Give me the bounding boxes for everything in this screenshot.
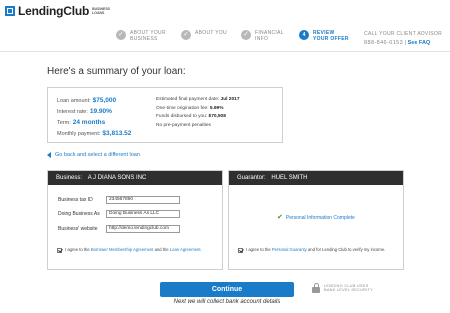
dba-input[interactable]: Doing Business As LLC — [106, 210, 180, 218]
step-about-you: ✓ ABOUT YOU — [181, 30, 227, 40]
loan-amount-value: $75,000 — [92, 97, 117, 104]
guarantor-agree-checkbox[interactable] — [238, 247, 243, 253]
interest-rate-value: 19.90% — [89, 108, 112, 115]
prepayment-note: No pre-payment penalties — [156, 122, 211, 128]
next-step-note: Next we will collect bank account detail… — [173, 299, 281, 305]
lendingclub-logo[interactable]: LendingClub BUSINESS LOANS — [5, 4, 110, 18]
personal-info-complete[interactable]: ✔ Personal Information Complete — [277, 214, 355, 221]
personal-guaranty-link[interactable]: Personal Guaranty — [272, 247, 307, 252]
funds-disbursed: Funds disbursed to you: $70,508 — [156, 114, 226, 119]
lock-icon — [312, 283, 320, 293]
loan-summary-box: Loan amount: $75,000 Interest rate: 19.9… — [47, 87, 283, 143]
interest-rate: Interest rate: 19.90% — [57, 108, 112, 115]
step-number: 4 — [299, 30, 309, 40]
final-payment-date: Estimated final payment date: Jul 2017 — [156, 97, 240, 102]
triangle-left-icon — [47, 152, 51, 158]
faq-link[interactable]: See FAQ — [408, 40, 431, 46]
step-financial-info: ✓ FINANCIAL INFO — [241, 30, 284, 42]
check-icon: ✓ — [181, 30, 191, 40]
business-agreement: I agree to the Borrower Membership Agree… — [57, 247, 217, 253]
dba-row: Doing Business As Doing Business As LLC — [58, 210, 180, 218]
loan-agreement-link[interactable]: Loan Agreement. — [170, 247, 202, 252]
check-icon: ✓ — [116, 30, 126, 40]
continue-button[interactable]: Continue — [160, 282, 294, 297]
monthly-payment: Monthly payment: $3,813.52 — [57, 130, 132, 137]
guarantor-agreement: I agree to the Personal Guaranty and for… — [238, 247, 398, 253]
tax-id-row: Business tax ID 234567890 — [58, 196, 180, 204]
loan-amount: Loan amount: $75,000 — [57, 97, 117, 104]
page-title: Here's a summary of your loan: — [47, 66, 186, 77]
advisor-title: CALL YOUR CLIENT ADVISOR — [364, 31, 442, 37]
back-link[interactable]: Go back and select a different loan — [47, 152, 140, 158]
website-row: Business' website http://demo.lendingclu… — [58, 225, 180, 233]
origination-fee: One-time origination fee: 5.99% — [156, 105, 224, 111]
business-agree-checkbox[interactable] — [57, 247, 62, 253]
step-review-offer: 4 REVIEW YOUR OFFER — [299, 30, 349, 42]
check-icon: ✓ — [241, 30, 251, 40]
business-panel-header: Business: A J DIANA SONS INC — [48, 171, 222, 185]
progress-steps: ✓ ABOUT YOUR BUSINESS ✓ ABOUT YOU ✓ FINA… — [110, 30, 360, 50]
header: LendingClub BUSINESS LOANS ✓ ABOUT YOUR … — [0, 0, 450, 52]
logo-subtitle: BUSINESS LOANS — [92, 7, 111, 15]
loan-term: Term: 24 months — [57, 119, 106, 126]
check-icon: ✔ — [277, 214, 283, 221]
logo-text: LendingClub — [18, 4, 90, 18]
guarantor-panel-header: Guarantor: HUEL SMITH — [229, 171, 403, 185]
security-badge: LENDING CLUB USES BANK LEVEL SECURITY — [312, 283, 373, 293]
loan-term-value: 24 months — [72, 119, 106, 126]
monthly-payment-value: $3,813.52 — [102, 130, 132, 137]
step-about-business: ✓ ABOUT YOUR BUSINESS — [116, 30, 166, 42]
advisor-phone[interactable]: 888-846-0153 — [364, 40, 403, 46]
borrower-agreement-link[interactable]: Borrower Membership Agreement — [91, 247, 154, 252]
business-panel: Business: A J DIANA SONS INC Business ta… — [47, 170, 223, 270]
tax-id-input[interactable]: 234567890 — [106, 196, 180, 204]
client-advisor: CALL YOUR CLIENT ADVISOR 888-846-0153 | … — [364, 31, 442, 46]
website-input[interactable]: http://demo.lendingclub.com — [106, 225, 180, 233]
separator: | — [404, 40, 407, 46]
logo-icon — [5, 6, 15, 16]
guarantor-panel: Guarantor: HUEL SMITH ✔ Personal Informa… — [228, 170, 404, 270]
